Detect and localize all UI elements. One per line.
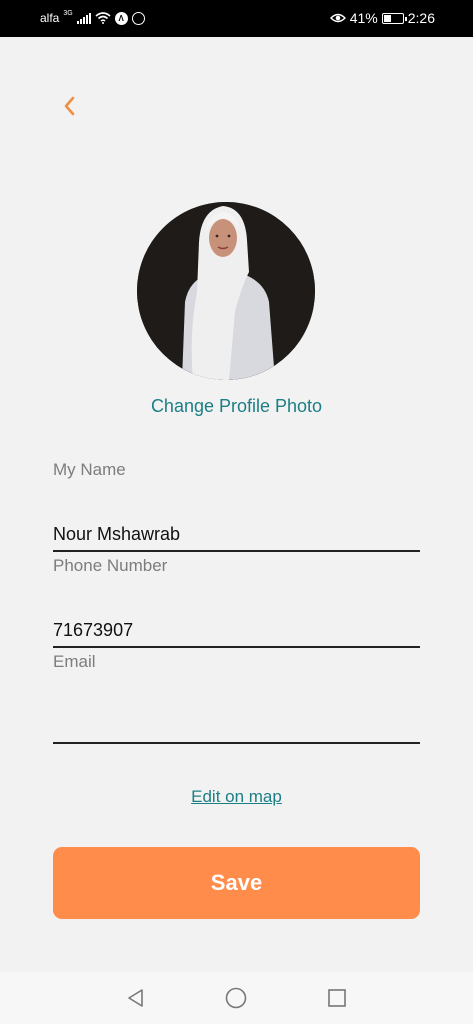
nav-home-button[interactable] xyxy=(224,986,248,1010)
status-right: 41% 2:26 xyxy=(329,10,435,26)
name-label: My Name xyxy=(53,460,126,479)
system-nav-bar xyxy=(0,972,473,1024)
profile-photo-image xyxy=(137,202,315,380)
eye-comfort-icon xyxy=(329,13,346,23)
email-input[interactable] xyxy=(53,716,420,740)
name-underline xyxy=(53,550,420,552)
phone-underline xyxy=(53,646,420,648)
edit-on-map-link[interactable]: Edit on map xyxy=(0,787,473,807)
status-left: alfa 3G Λ xyxy=(40,9,145,25)
battery-level-fill xyxy=(383,14,391,22)
home-circle-icon xyxy=(225,987,247,1009)
save-button[interactable]: Save xyxy=(53,847,420,919)
nav-back-button[interactable] xyxy=(124,986,148,1010)
nav-recents-button[interactable] xyxy=(325,986,349,1010)
carrier-name: alfa xyxy=(40,11,60,25)
recents-square-icon xyxy=(328,989,346,1007)
app-notification-icon: Λ xyxy=(114,11,128,25)
battery-percent: 41% xyxy=(349,10,378,26)
back-triangle-icon xyxy=(128,989,143,1007)
phone-label: Phone Number xyxy=(53,556,168,575)
name-input[interactable]: Nour Mshawrab xyxy=(53,524,180,545)
email-label: Email xyxy=(53,652,96,671)
wifi-icon xyxy=(95,12,111,24)
change-profile-photo-link[interactable]: Change Profile Photo xyxy=(0,396,473,417)
chevron-left-icon xyxy=(64,96,75,116)
profile-photo[interactable] xyxy=(137,202,315,380)
email-underline xyxy=(53,742,420,744)
status-bar: alfa 3G Λ 41% 2:26 xyxy=(0,0,473,37)
whatsapp-icon xyxy=(131,11,145,25)
signal-icon xyxy=(76,12,91,24)
battery-icon xyxy=(381,12,407,24)
back-button[interactable] xyxy=(56,93,82,119)
clock: 2:26 xyxy=(407,10,435,26)
network-type: 3G xyxy=(63,9,73,17)
phone-input[interactable]: 71673907 xyxy=(53,620,133,641)
